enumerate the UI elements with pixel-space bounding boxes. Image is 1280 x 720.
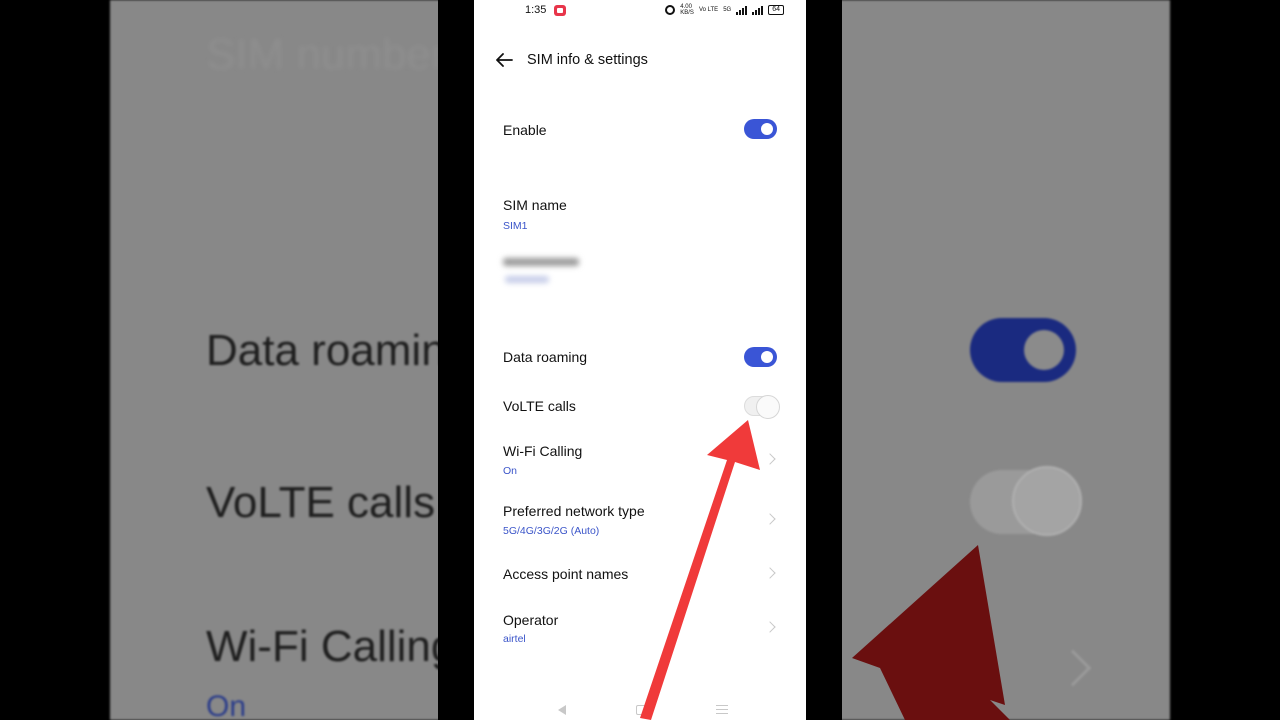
phone-screen: 1:35 4.00 KB/S Vo LTE 5G 64 SIM info & s… (474, 0, 806, 720)
setting-data-roaming-label: Data roaming (503, 349, 588, 365)
setting-enable-label: Enable (503, 122, 547, 138)
status-time: 1:35 (525, 4, 547, 16)
setting-wifi-calling-value: On (503, 465, 518, 477)
nav-menu-icon[interactable] (716, 705, 728, 714)
page-title: SIM info & settings (527, 52, 648, 68)
redacted-value (505, 276, 549, 283)
redacted-label (503, 258, 579, 266)
nav-home-icon[interactable] (636, 705, 646, 715)
enable-toggle[interactable] (744, 119, 777, 139)
status-icons: 4.00 KB/S Vo LTE 5G 64 (665, 4, 784, 16)
background-text-wifi-calling: Wi-Fi Calling (206, 622, 456, 671)
setting-network-type-value: 5G/4G/3G/2G (Auto) (503, 525, 600, 537)
background-text-volte: VoLTE calls (206, 478, 436, 527)
setting-preferred-network-type[interactable]: Preferred network type 5G/4G/3G/2G (Auto… (474, 496, 806, 544)
network-speed: 4.00 KB/S (680, 4, 694, 16)
signal-icon (736, 5, 748, 15)
alarm-icon (665, 5, 676, 15)
screen-record-icon (554, 5, 566, 16)
setting-operator-value: airtel (503, 633, 526, 645)
background-text-data-roaming: Data roaming (206, 326, 471, 375)
chevron-right-icon (764, 621, 776, 633)
system-nav-bar (474, 698, 806, 720)
background-toggle-on (970, 318, 1076, 382)
setting-sim-name[interactable]: SIM name SIM1 (474, 190, 806, 238)
app-header: SIM info & settings (474, 38, 806, 82)
setting-sim-name-value: SIM1 (503, 220, 528, 232)
background-text-on: On (206, 690, 247, 720)
network-speed-unit: KB/S (680, 10, 694, 16)
setting-volte-calls[interactable]: VoLTE calls (474, 386, 806, 426)
setting-apn-label: Access point names (503, 566, 629, 582)
nav-back-icon[interactable] (558, 705, 566, 715)
back-arrow-icon[interactable] (492, 48, 516, 72)
setting-sim-number-redacted[interactable] (503, 256, 593, 292)
setting-network-type-label: Preferred network type (503, 503, 645, 519)
setting-volte-calls-label: VoLTE calls (503, 398, 576, 414)
setting-sim-name-label: SIM name (503, 197, 567, 213)
signal-icon-2 (752, 5, 764, 15)
chevron-right-icon (764, 453, 776, 465)
background-divider-left (438, 0, 474, 720)
background-divider-right (806, 0, 842, 720)
setting-operator-label: Operator (503, 612, 559, 628)
volte-toggle[interactable] (744, 395, 780, 419)
data-roaming-toggle[interactable] (744, 347, 777, 367)
status-bar: 1:35 4.00 KB/S Vo LTE 5G 64 (474, 0, 806, 22)
setting-data-roaming[interactable]: Data roaming (474, 338, 806, 378)
setting-operator[interactable]: Operator airtel (474, 604, 806, 652)
setting-access-point-names[interactable]: Access point names (474, 556, 806, 592)
battery-icon: 64 (768, 5, 784, 15)
chevron-right-icon (764, 513, 776, 525)
background-toggle-off (970, 466, 1082, 536)
setting-wifi-calling[interactable]: Wi-Fi Calling On (474, 436, 806, 484)
volte-indicator: Vo LTE (698, 7, 719, 13)
background-chevron-icon (1054, 649, 1092, 687)
setting-wifi-calling-label: Wi-Fi Calling (503, 443, 583, 459)
network-type-indicator: 5G (723, 7, 732, 13)
chevron-right-icon (764, 567, 776, 579)
background-text-sim-number: SIM number (206, 30, 446, 79)
setting-enable[interactable]: Enable (474, 110, 806, 150)
